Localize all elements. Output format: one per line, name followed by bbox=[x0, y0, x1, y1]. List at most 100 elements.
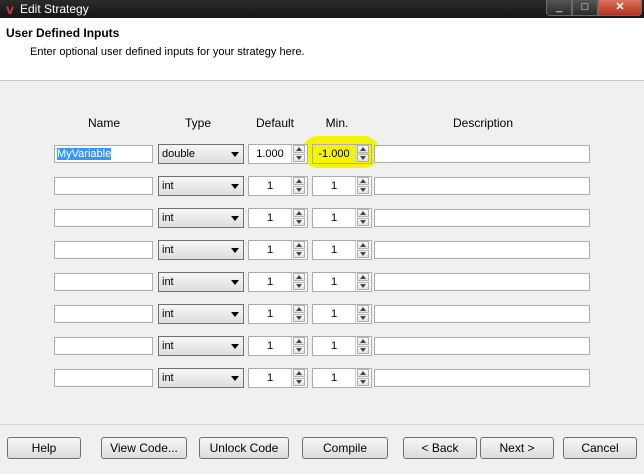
default-value[interactable]: 1 bbox=[249, 241, 291, 259]
min-spinner[interactable]: -1.000 bbox=[312, 144, 372, 164]
min-value[interactable]: 1 bbox=[313, 369, 355, 387]
chevron-down-icon[interactable] bbox=[357, 378, 369, 386]
chevron-up-icon[interactable] bbox=[357, 177, 369, 185]
chevron-up-icon[interactable] bbox=[357, 241, 369, 249]
chevron-up-icon[interactable] bbox=[357, 209, 369, 217]
minimize-button[interactable]: _ bbox=[546, 0, 572, 16]
chevron-down-icon[interactable] bbox=[357, 314, 369, 322]
min-spinner[interactable]: 1 bbox=[312, 208, 372, 228]
default-value[interactable]: 1 bbox=[249, 177, 291, 195]
chevron-down-icon[interactable] bbox=[293, 282, 305, 290]
type-select[interactable]: int bbox=[158, 240, 244, 260]
chevron-up-icon[interactable] bbox=[357, 273, 369, 281]
compile-button[interactable]: Compile bbox=[302, 437, 388, 459]
chevron-up-icon[interactable] bbox=[293, 145, 305, 153]
min-value[interactable]: 1 bbox=[313, 241, 355, 259]
maximize-button[interactable]: □ bbox=[572, 0, 598, 16]
chevron-down-icon[interactable] bbox=[357, 186, 369, 194]
default-spinner[interactable]: 1 bbox=[248, 272, 308, 292]
default-value[interactable]: 1 bbox=[249, 209, 291, 227]
default-value[interactable]: 1 bbox=[249, 369, 291, 387]
default-spinner[interactable]: 1 bbox=[248, 176, 308, 196]
default-value[interactable]: 1.000 bbox=[249, 145, 291, 163]
view-code-button[interactable]: View Code... bbox=[101, 437, 187, 459]
chevron-up-icon[interactable] bbox=[293, 209, 305, 217]
unlock-code-button[interactable]: Unlock Code bbox=[199, 437, 289, 459]
default-spinner[interactable]: 1 bbox=[248, 240, 308, 260]
chevron-down-icon[interactable] bbox=[293, 218, 305, 226]
chevron-up-icon[interactable] bbox=[293, 273, 305, 281]
chevron-down-icon[interactable] bbox=[357, 346, 369, 354]
type-select[interactable]: int bbox=[158, 272, 244, 292]
chevron-down-icon[interactable] bbox=[357, 154, 369, 162]
type-select[interactable]: int bbox=[158, 304, 244, 324]
chevron-down-icon[interactable] bbox=[293, 378, 305, 386]
default-spinner[interactable]: 1 bbox=[248, 208, 308, 228]
min-value[interactable]: 1 bbox=[313, 273, 355, 291]
chevron-down-icon[interactable] bbox=[357, 218, 369, 226]
name-input[interactable] bbox=[54, 305, 153, 323]
chevron-up-icon[interactable] bbox=[357, 305, 369, 313]
name-input[interactable] bbox=[54, 273, 153, 291]
cancel-button[interactable]: Cancel bbox=[563, 437, 637, 459]
min-spinner[interactable]: 1 bbox=[312, 240, 372, 260]
description-input[interactable] bbox=[374, 337, 590, 355]
description-input[interactable] bbox=[374, 241, 590, 259]
name-input[interactable] bbox=[54, 337, 153, 355]
description-input[interactable] bbox=[374, 209, 590, 227]
default-spinner[interactable]: 1 bbox=[248, 304, 308, 324]
chevron-down-icon[interactable] bbox=[293, 186, 305, 194]
min-value[interactable]: 1 bbox=[313, 305, 355, 323]
min-value[interactable]: 1 bbox=[313, 209, 355, 227]
min-value[interactable]: -1.000 bbox=[313, 145, 355, 163]
help-button[interactable]: Help bbox=[7, 437, 81, 459]
default-spinner[interactable]: 1 bbox=[248, 368, 308, 388]
default-spinner[interactable]: 1.000 bbox=[248, 144, 308, 164]
chevron-up-icon[interactable] bbox=[293, 305, 305, 313]
type-select[interactable]: double bbox=[158, 144, 244, 164]
chevron-down-icon[interactable] bbox=[293, 346, 305, 354]
name-input[interactable] bbox=[54, 209, 153, 227]
type-select[interactable]: int bbox=[158, 176, 244, 196]
close-button[interactable]: ✕ bbox=[598, 0, 642, 16]
min-spinner[interactable]: 1 bbox=[312, 368, 372, 388]
chevron-up-icon[interactable] bbox=[357, 145, 369, 153]
description-input[interactable] bbox=[374, 369, 590, 387]
default-value[interactable]: 1 bbox=[249, 273, 291, 291]
chevron-down-icon[interactable] bbox=[293, 314, 305, 322]
next-button[interactable]: Next > bbox=[480, 437, 554, 459]
min-spinner[interactable]: 1 bbox=[312, 176, 372, 196]
back-button[interactable]: < Back bbox=[403, 437, 477, 459]
min-spinner[interactable]: 1 bbox=[312, 336, 372, 356]
chevron-down-icon[interactable] bbox=[357, 250, 369, 258]
name-input[interactable] bbox=[54, 177, 153, 195]
description-input[interactable] bbox=[374, 145, 590, 163]
chevron-up-icon[interactable] bbox=[293, 241, 305, 249]
chevron-down-icon[interactable] bbox=[293, 154, 305, 162]
chevron-down-icon[interactable] bbox=[293, 250, 305, 258]
min-spinner[interactable]: 1 bbox=[312, 272, 372, 292]
spinner-buttons bbox=[291, 241, 307, 259]
name-input[interactable] bbox=[54, 369, 153, 387]
chevron-up-icon[interactable] bbox=[293, 177, 305, 185]
type-select[interactable]: int bbox=[158, 368, 244, 388]
description-input[interactable] bbox=[374, 177, 590, 195]
type-select[interactable]: int bbox=[158, 208, 244, 228]
default-value[interactable]: 1 bbox=[249, 337, 291, 355]
chevron-up-icon[interactable] bbox=[293, 337, 305, 345]
default-spinner[interactable]: 1 bbox=[248, 336, 308, 356]
name-input[interactable] bbox=[54, 241, 153, 259]
chevron-up-icon[interactable] bbox=[293, 369, 305, 377]
title-bar[interactable]: v Edit Strategy _ □ ✕ bbox=[0, 0, 644, 18]
chevron-up-icon[interactable] bbox=[357, 337, 369, 345]
description-input[interactable] bbox=[374, 305, 590, 323]
min-spinner[interactable]: 1 bbox=[312, 304, 372, 324]
chevron-up-icon[interactable] bbox=[357, 369, 369, 377]
default-value[interactable]: 1 bbox=[249, 305, 291, 323]
min-value[interactable]: 1 bbox=[313, 337, 355, 355]
min-value[interactable]: 1 bbox=[313, 177, 355, 195]
type-select[interactable]: int bbox=[158, 336, 244, 356]
chevron-down-icon[interactable] bbox=[357, 282, 369, 290]
name-input[interactable]: MyVariable bbox=[54, 145, 153, 163]
description-input[interactable] bbox=[374, 273, 590, 291]
